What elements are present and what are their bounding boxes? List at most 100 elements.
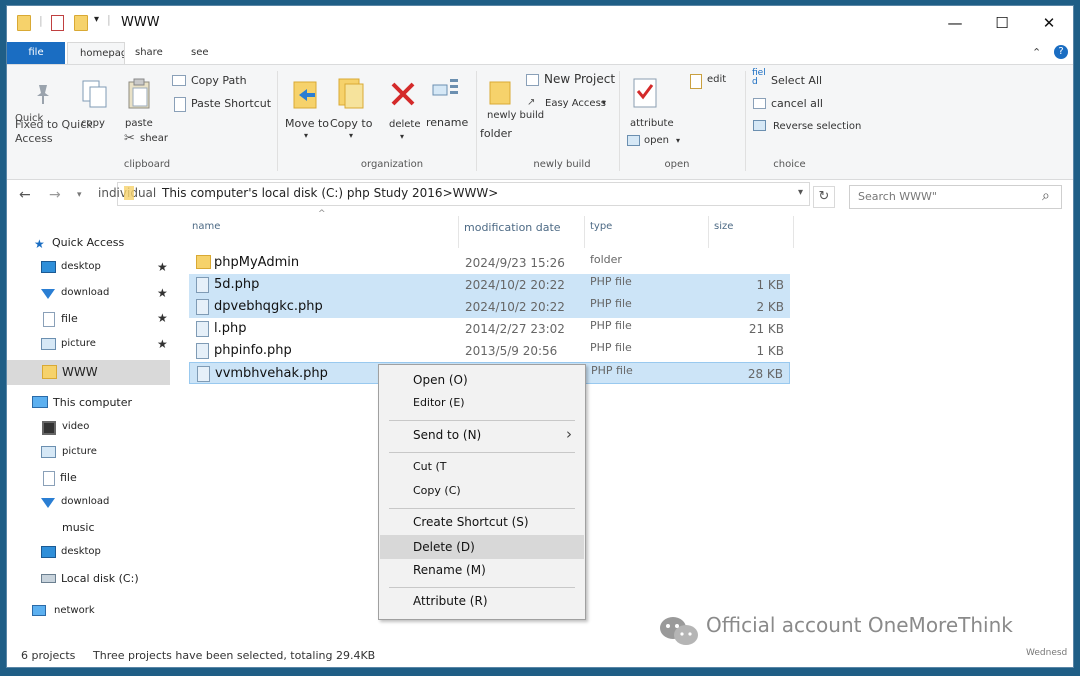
menu-item-attribute[interactable]: Attribute (R) bbox=[380, 590, 584, 612]
file-type: folder bbox=[590, 253, 622, 266]
delete-button[interactable]: delete bbox=[389, 119, 421, 130]
search-icon[interactable]: ⌕ bbox=[1042, 188, 1050, 204]
rename-button[interactable]: rename bbox=[426, 116, 468, 129]
forward-button[interactable]: → bbox=[49, 187, 61, 203]
nav-item-label: file bbox=[60, 471, 77, 484]
file-size: 21 KB bbox=[748, 322, 784, 336]
desktop-icon bbox=[41, 546, 56, 558]
open-dropdown-icon[interactable]: ▾ bbox=[676, 136, 680, 145]
tab-file[interactable]: file bbox=[7, 42, 65, 64]
file-row[interactable]: phpMyAdmin 2024/9/23 15:26 folder bbox=[189, 252, 790, 274]
select-all-button[interactable]: Select All bbox=[771, 74, 822, 87]
file-row[interactable]: dpvebhqgkc.php 2024/10/2 20:22 PHP file … bbox=[189, 296, 790, 318]
menu-item-create-shortcut[interactable]: Create Shortcut (S) bbox=[380, 511, 584, 533]
file-type: PHP file bbox=[590, 275, 632, 288]
nav-item-download[interactable]: download ★ bbox=[7, 283, 170, 305]
copy-path-button[interactable]: Copy Path bbox=[191, 74, 247, 87]
new-folder-icon bbox=[489, 79, 511, 108]
cut-button[interactable]: shear bbox=[140, 133, 168, 144]
nav-quick-access[interactable]: ★ Quick Access bbox=[7, 232, 170, 254]
search-input[interactable]: Search WWW" ⌕ bbox=[849, 185, 1062, 209]
column-header-type[interactable]: type bbox=[590, 221, 612, 232]
menu-item-rename[interactable]: Rename (M) bbox=[380, 559, 584, 581]
minimize-button[interactable]: — bbox=[932, 12, 978, 34]
file-name: phpMyAdmin bbox=[214, 255, 300, 270]
column-header-size[interactable]: size bbox=[714, 221, 733, 232]
edit-button[interactable]: edit bbox=[707, 74, 726, 85]
nav-item-videos[interactable]: video bbox=[7, 417, 170, 439]
column-divider bbox=[584, 216, 585, 248]
nav-item-www[interactable]: WWW bbox=[7, 360, 170, 385]
nav-item-music[interactable]: music bbox=[7, 517, 170, 539]
tab-share[interactable]: share bbox=[135, 42, 163, 64]
nav-item-pc-pictures[interactable]: picture bbox=[7, 442, 170, 464]
properties-quick-icon[interactable] bbox=[51, 15, 64, 31]
menu-item-open[interactable]: Open (O) bbox=[380, 369, 584, 391]
paste-button[interactable]: paste bbox=[125, 118, 153, 129]
copy-button[interactable]: copy bbox=[81, 118, 105, 129]
nav-item-label: video bbox=[62, 421, 90, 432]
nav-item-local-disk[interactable]: Local disk (C:) bbox=[7, 568, 170, 590]
move-to-dropdown-icon[interactable]: ▾ bbox=[304, 131, 308, 140]
nav-item-pc-desktop[interactable]: desktop bbox=[7, 542, 170, 564]
column-header-date[interactable]: modification date bbox=[464, 221, 561, 234]
address-bar[interactable]: individual This computer's local disk (C… bbox=[98, 182, 810, 206]
menu-item-cut[interactable]: Cut (T bbox=[380, 456, 584, 478]
copy-to-button[interactable]: Copy to bbox=[330, 117, 372, 130]
nav-item-documents[interactable]: file ★ bbox=[7, 308, 170, 330]
desktop-icon bbox=[41, 261, 56, 273]
invert-selection-icon bbox=[753, 120, 766, 134]
download-icon bbox=[41, 498, 55, 508]
new-project-button[interactable]: New Project bbox=[544, 72, 615, 86]
column-divider bbox=[793, 216, 794, 248]
select-none-button[interactable]: cancel all bbox=[771, 97, 823, 110]
paste-shortcut-button[interactable]: Paste Shortcut bbox=[191, 97, 271, 110]
back-button[interactable]: ← bbox=[19, 187, 31, 203]
file-row[interactable]: 5d.php 2024/10/2 20:22 PHP file 1 KB bbox=[189, 274, 790, 296]
copy-to-dropdown-icon[interactable]: ▾ bbox=[349, 131, 353, 140]
nav-network[interactable]: network bbox=[7, 601, 170, 623]
menu-item-label: Send to (N) bbox=[413, 428, 482, 442]
nav-item-label: file bbox=[61, 312, 78, 325]
nav-item-label: music bbox=[62, 521, 95, 534]
open-button[interactable]: open bbox=[644, 135, 669, 146]
column-header-name[interactable]: name bbox=[192, 221, 220, 232]
file-row[interactable]: l.php 2014/2/27 23:02 PHP file 21 KB bbox=[189, 318, 790, 340]
sort-ascending-icon: ^ bbox=[318, 209, 326, 219]
new-folder-quick-icon[interactable] bbox=[74, 15, 88, 31]
refresh-button[interactable]: ↻ bbox=[813, 186, 835, 208]
menu-item-editor[interactable]: Editor (E) bbox=[380, 392, 584, 414]
help-icon[interactable]: ? bbox=[1054, 45, 1068, 59]
new-folder-button-line2[interactable]: folder bbox=[480, 127, 512, 140]
menu-item-send-to[interactable]: Send to (N) › bbox=[380, 424, 584, 446]
recent-locations-icon[interactable]: ▾ bbox=[77, 190, 82, 200]
menu-separator bbox=[389, 420, 575, 421]
delete-dropdown-icon[interactable]: ▾ bbox=[400, 132, 404, 141]
properties-button[interactable]: attribute bbox=[630, 118, 674, 129]
menu-item-copy[interactable]: Copy (C) bbox=[380, 480, 584, 502]
watermark-text: Official account OneMoreThink bbox=[706, 613, 1013, 637]
invert-selection-button[interactable]: Reverse selection bbox=[773, 121, 861, 132]
close-button[interactable]: ✕ bbox=[1026, 12, 1072, 34]
nav-item-pictures[interactable]: picture ★ bbox=[7, 334, 170, 356]
nav-item-desktop[interactable]: desktop ★ bbox=[7, 257, 170, 279]
nav-this-pc[interactable]: This computer bbox=[7, 392, 170, 414]
nav-item-pc-downloads[interactable]: download bbox=[7, 492, 170, 514]
easy-access-button[interactable]: Easy Access bbox=[545, 98, 606, 109]
nav-network-label: network bbox=[54, 605, 95, 616]
document-icon bbox=[43, 471, 55, 486]
tab-view[interactable]: see bbox=[191, 42, 209, 64]
status-item-count: 6 projects bbox=[21, 649, 76, 662]
menu-item-delete[interactable]: Delete (D) bbox=[380, 535, 584, 559]
customize-quick-access-icon[interactable]: ▾ bbox=[94, 14, 99, 25]
maximize-button[interactable]: ☐ bbox=[979, 12, 1025, 34]
file-row[interactable]: phpinfo.php 2013/5/9 20:56 PHP file 1 KB bbox=[189, 340, 790, 362]
nav-item-pc-documents[interactable]: file bbox=[7, 467, 170, 489]
file-date: 2014/2/27 23:02 bbox=[465, 322, 565, 336]
address-dropdown-icon[interactable]: ▾ bbox=[798, 187, 803, 198]
collapse-ribbon-icon[interactable]: ⌃ bbox=[1032, 46, 1041, 59]
tab-home[interactable]: homepage bbox=[67, 42, 125, 64]
move-to-button[interactable]: Move to bbox=[285, 117, 329, 130]
new-folder-button-line1[interactable]: newly build bbox=[487, 110, 544, 121]
easy-access-dropdown-icon[interactable]: ▾ bbox=[602, 98, 606, 107]
